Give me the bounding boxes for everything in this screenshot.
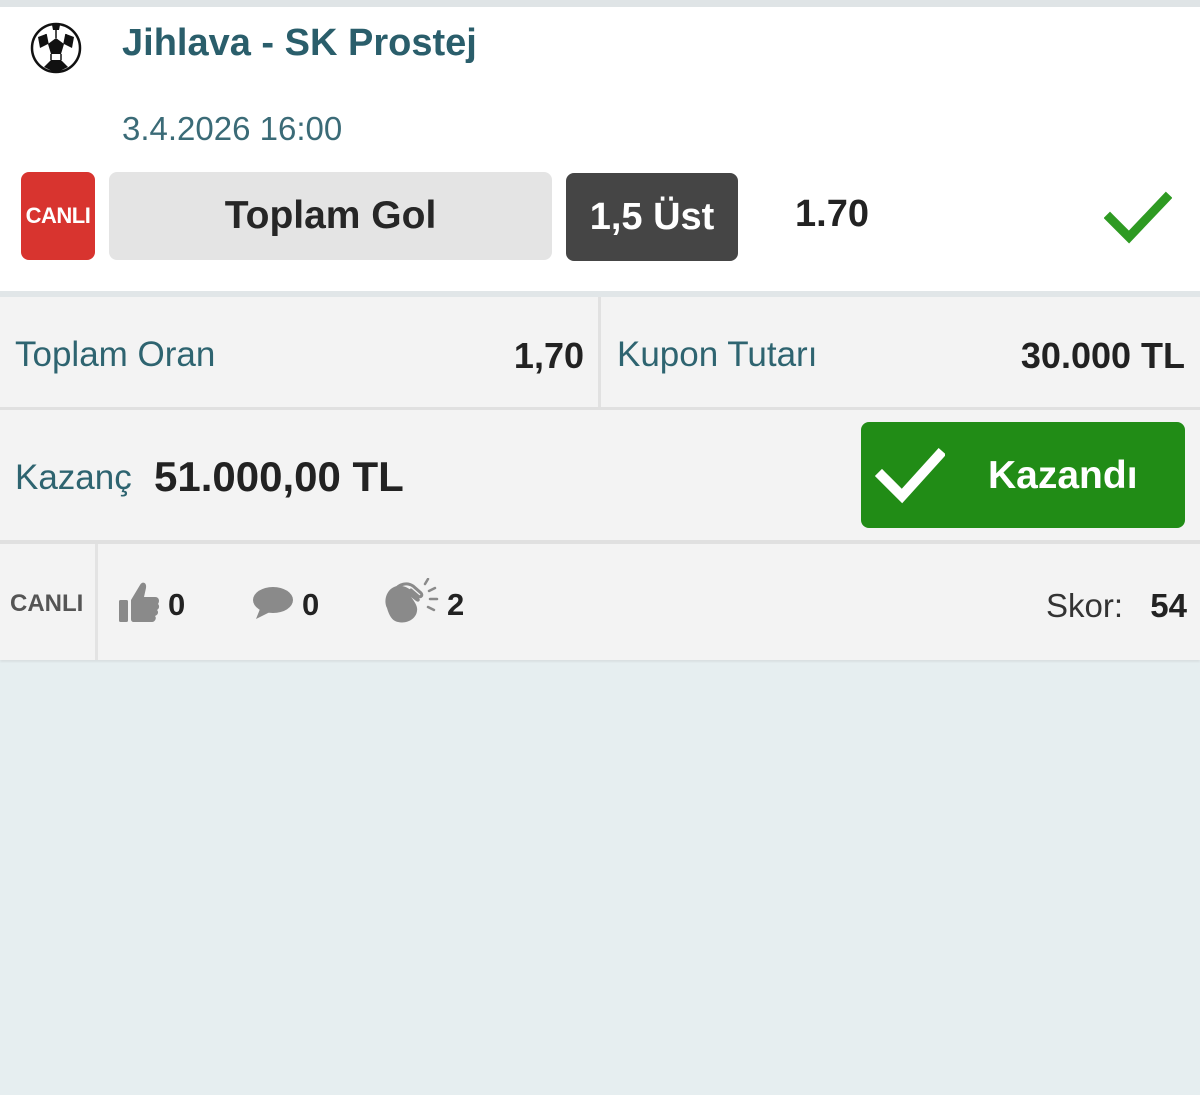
check-icon [875, 447, 945, 504]
live-tag: CANLI [10, 590, 84, 617]
soccer-ball-icon [30, 22, 82, 74]
check-icon [1104, 191, 1172, 244]
won-status-button[interactable]: Kazandı [861, 422, 1185, 528]
winnings-value: 51.000,00 TL [154, 453, 404, 500]
comment-count: 0 [302, 587, 320, 622]
live-badge: CANLI [21, 172, 95, 260]
score-label: Skor: [1046, 587, 1124, 624]
top-strip [0, 0, 1200, 7]
won-status-label: Kazandı [988, 454, 1138, 497]
like-count: 0 [168, 587, 186, 622]
match-datetime: 3.4.2026 16:00 [122, 110, 343, 147]
coupon-amount-label: Kupon Tutarı [617, 335, 818, 374]
divider [598, 297, 601, 407]
market-name: Toplam Gol [109, 172, 552, 260]
divider [95, 544, 98, 660]
score-value: 54 [1150, 587, 1187, 624]
coupon-amount-value: 30.000 TL [1020, 335, 1185, 376]
odd-value: 1.70 [795, 193, 869, 235]
clap-icon[interactable] [381, 578, 439, 626]
total-odd-value: 1,70 [513, 335, 584, 376]
winnings-label: Kazanç [15, 458, 132, 497]
thumbs-up-icon[interactable] [118, 580, 160, 624]
comment-icon[interactable] [252, 585, 294, 621]
selection-badge: 1,5 Üst [566, 173, 738, 261]
clap-count: 2 [447, 587, 465, 622]
total-odd-label: Toplam Oran [15, 335, 216, 374]
match-title[interactable]: Jihlava - SK Prostej [122, 22, 477, 65]
